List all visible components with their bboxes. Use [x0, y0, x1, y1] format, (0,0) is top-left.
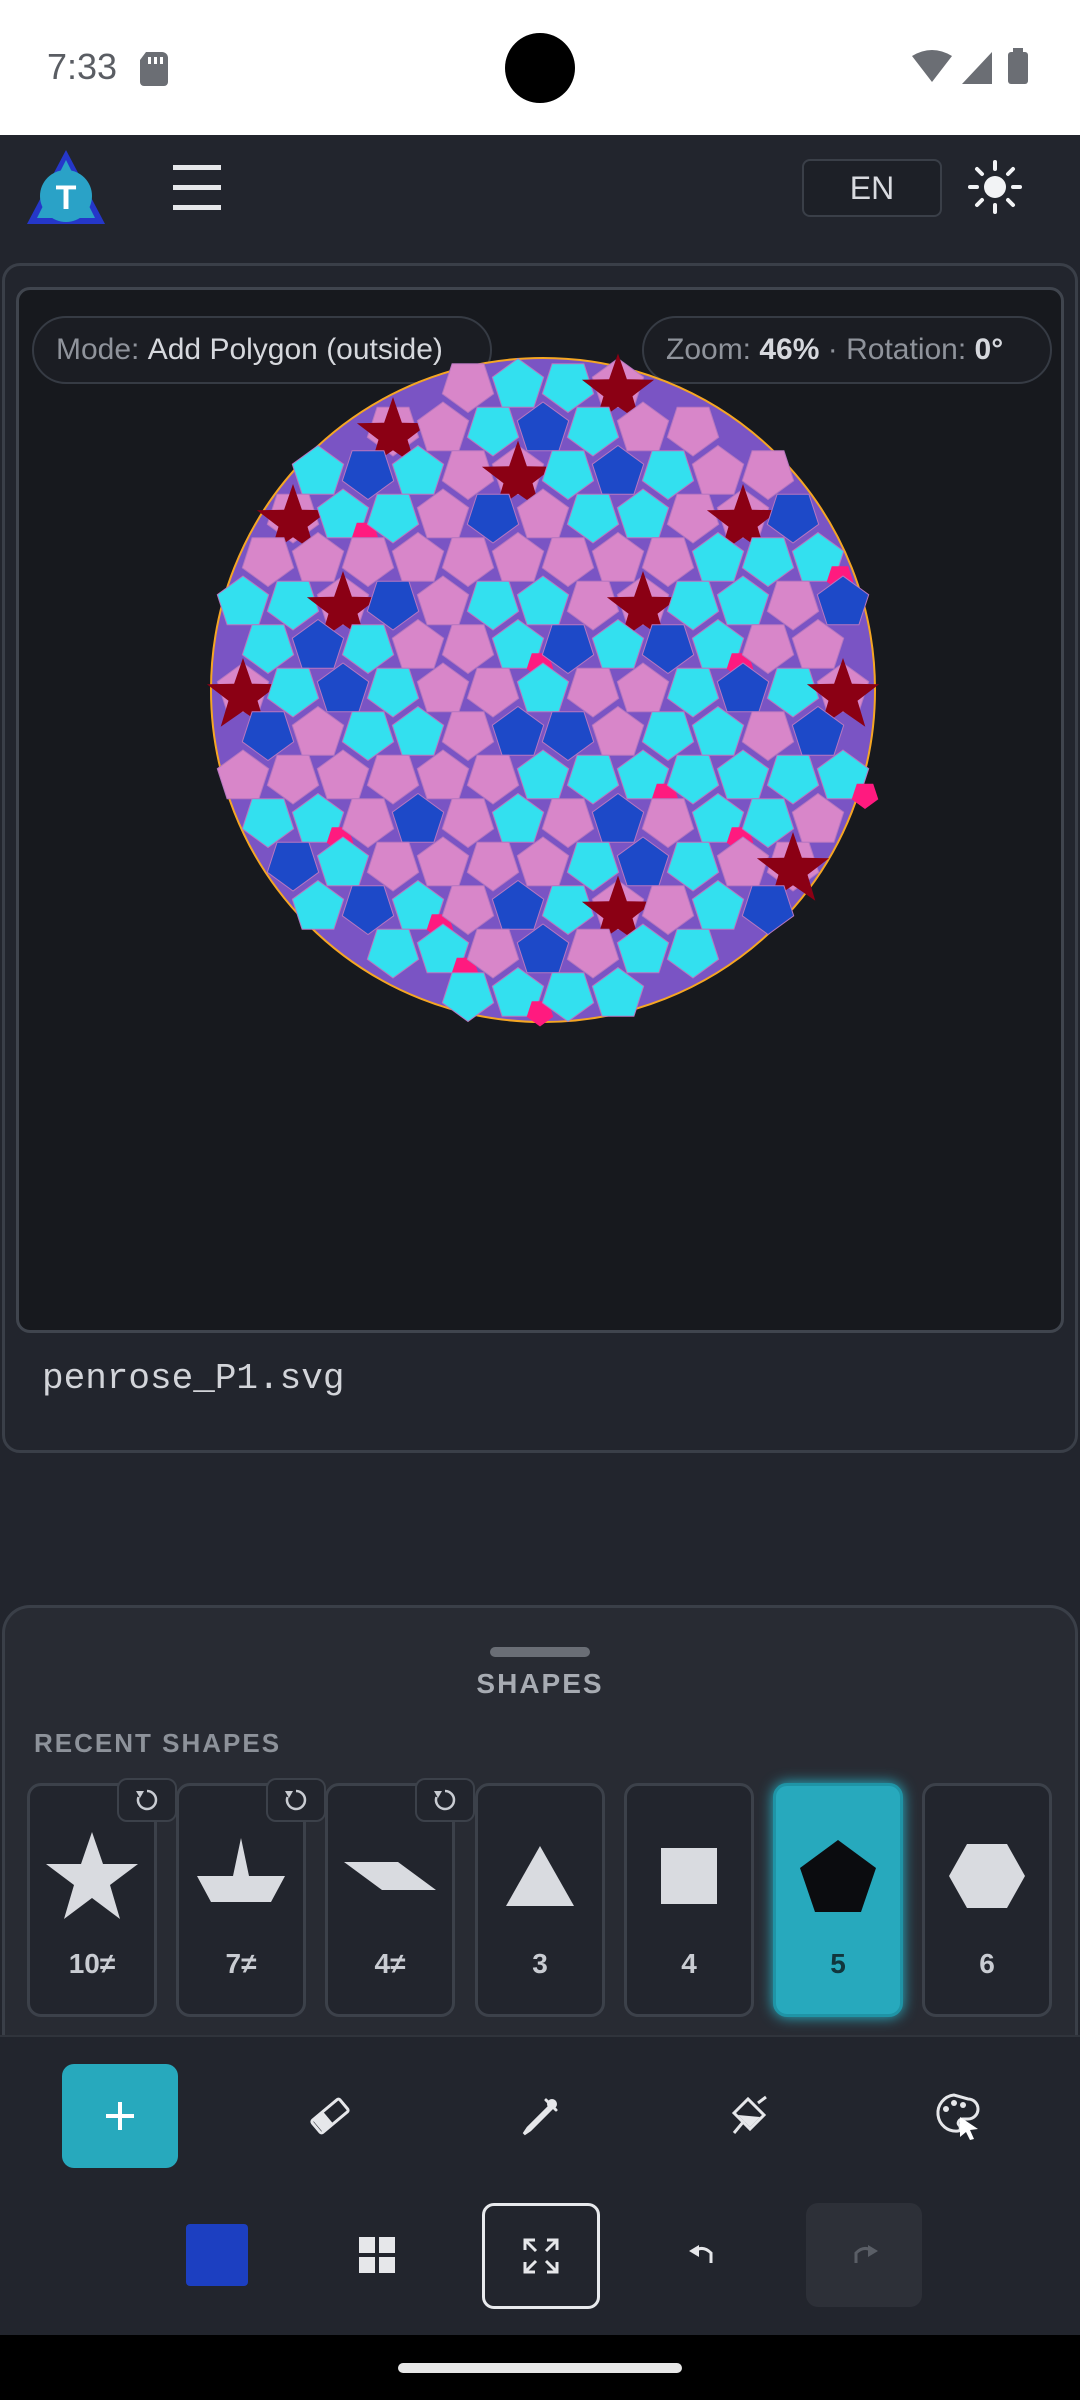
shape-button-square[interactable]: 4: [624, 1783, 754, 2017]
tiling-rhomb: [851, 783, 879, 809]
undo-icon: [689, 2245, 713, 2263]
hexagon-icon: [925, 1826, 1049, 1926]
star-icon: [30, 1826, 154, 1926]
shape-button-triangle[interactable]: 3: [475, 1783, 605, 2017]
palette-cursor-icon: [936, 2093, 980, 2140]
shape-button-pentagon[interactable]: 5: [773, 1783, 903, 2017]
sd-card-icon: [140, 52, 168, 91]
filename-label: penrose_P1.svg: [42, 1358, 345, 1399]
parallelogram-icon: [328, 1826, 452, 1926]
color-swatch: [186, 2224, 248, 2286]
reset-icon[interactable]: [415, 1778, 475, 1822]
camera-cutout: [505, 33, 575, 103]
status-bar: 7:33: [0, 0, 1080, 135]
redo-button[interactable]: [806, 2203, 922, 2307]
battery-icon: [1008, 48, 1028, 84]
shape-label: 5: [830, 1948, 846, 1979]
shape-button-hexagon[interactable]: 6: [922, 1783, 1052, 2017]
hamburger-menu-icon[interactable]: [170, 160, 224, 214]
boat-shape-icon: [179, 1826, 303, 1926]
eraser-icon: [310, 2097, 350, 2135]
fill-dropper-button[interactable]: [694, 2066, 804, 2166]
eyedropper-button[interactable]: [485, 2066, 595, 2166]
shape-label: 6: [979, 1948, 995, 1979]
redo-icon: [854, 2245, 878, 2263]
signal-icon: [962, 52, 992, 84]
home-gesture-bar[interactable]: [398, 2363, 682, 2373]
grid-icon: [359, 2237, 395, 2273]
reset-icon[interactable]: [266, 1778, 326, 1822]
add-icon: [106, 2102, 134, 2130]
sheet-drag-handle[interactable]: [490, 1647, 590, 1657]
shape-label: 3: [532, 1948, 548, 1979]
recent-shapes-label: RECENT SHAPES: [34, 1728, 282, 1758]
shape-label: 7≠: [225, 1948, 257, 1979]
grid-toggle-button[interactable]: [322, 2205, 432, 2305]
palette-select-button[interactable]: [902, 2066, 1012, 2166]
eraser-button[interactable]: [275, 2066, 385, 2166]
fit-screen-button[interactable]: [482, 2203, 600, 2309]
reset-icon[interactable]: [117, 1778, 177, 1822]
square-icon: [627, 1826, 751, 1926]
fill-dropper-icon: [731, 2095, 767, 2134]
system-nav-bar: [0, 2335, 1080, 2400]
add-polygon-button[interactable]: [62, 2064, 178, 2168]
drawing-canvas[interactable]: Mode: Add Polygon (outside) Zoom: 46% · …: [16, 287, 1064, 1333]
language-button[interactable]: EN: [802, 159, 942, 217]
status-time: 7:33: [47, 46, 118, 87]
undo-button[interactable]: [648, 2205, 758, 2305]
shape-label: 4≠: [374, 1948, 406, 1979]
svg-text:T: T: [56, 179, 77, 217]
eyedropper-icon: [522, 2098, 558, 2136]
app-logo[interactable]: T: [25, 148, 107, 233]
penrose-tiling[interactable]: [19, 290, 1061, 1330]
system-icons: [912, 48, 1032, 93]
color-swatch-button[interactable]: [162, 2205, 272, 2305]
triangle-icon: [478, 1826, 602, 1926]
shape-label: 10≠: [68, 1948, 116, 1979]
pentagon-icon: [776, 1826, 900, 1926]
shape-label: 4: [681, 1948, 697, 1979]
sheet-title: SHAPES: [476, 1668, 604, 1699]
wifi-icon: [912, 50, 952, 82]
sun-icon[interactable]: [968, 160, 1022, 214]
fit-screen-icon: [523, 2238, 559, 2274]
